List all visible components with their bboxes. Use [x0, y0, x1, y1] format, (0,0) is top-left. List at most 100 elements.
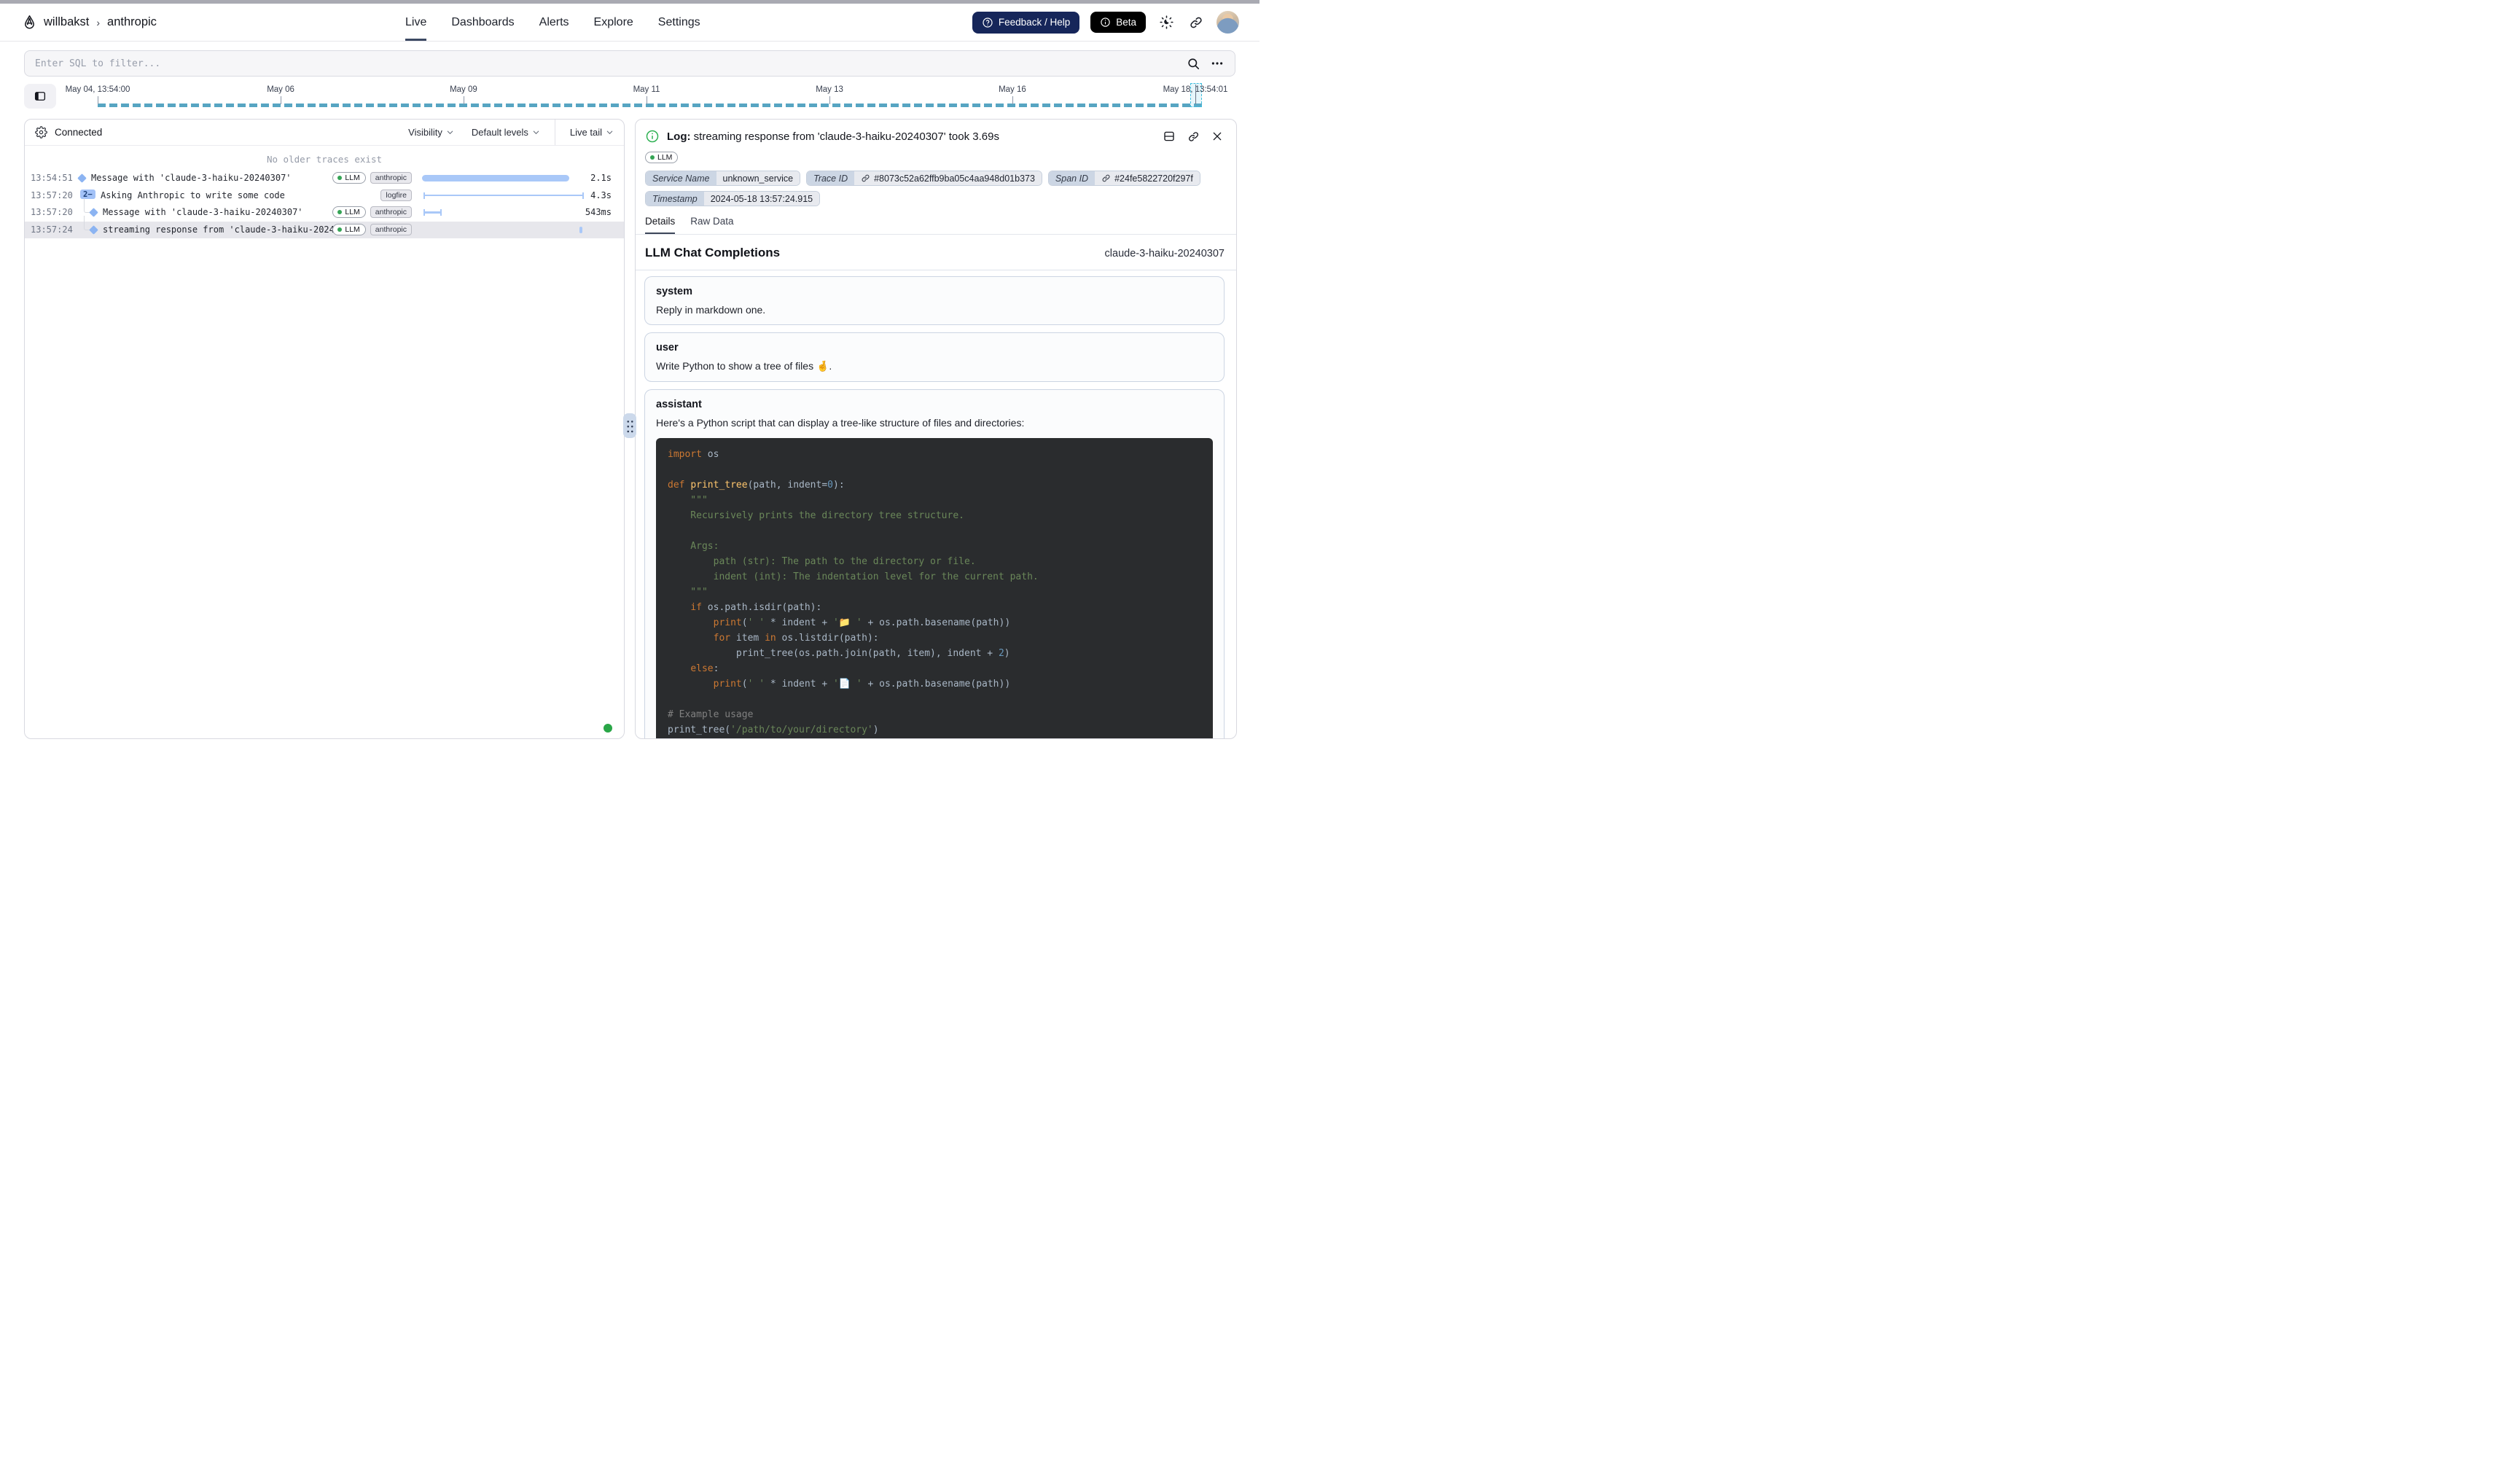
control-live-tail[interactable]: Live tail: [555, 120, 614, 145]
logfire-logo-icon[interactable]: [22, 15, 37, 30]
timeline-dashed-line: [98, 104, 1202, 107]
message-card-system: system Reply in markdown one.: [644, 276, 1225, 325]
code-token: '📄 ': [833, 679, 862, 690]
code-token: [668, 602, 690, 613]
tab-alerts[interactable]: Alerts: [539, 4, 569, 41]
theme-toggle-icon[interactable]: [1157, 13, 1176, 32]
trace-row[interactable]: 13:54:51 Message with 'claude-3-haiku-202…: [25, 170, 624, 187]
tab-settings[interactable]: Settings: [658, 4, 700, 41]
trace-row-tags: logfire: [380, 190, 412, 201]
trace-row[interactable]: 13:57:24streaming response from 'claude-…: [25, 222, 624, 239]
sql-filter-bar: [24, 50, 1235, 77]
llm-tag-label: LLM: [345, 208, 359, 216]
trace-row-tags: LLManthropic: [332, 172, 412, 184]
code-token: os.path.isdir(path):: [702, 602, 821, 613]
beta-button[interactable]: Beta: [1090, 12, 1146, 33]
duration-bar: [422, 175, 569, 181]
timeline-tick-label: May 04, 13:54:00: [66, 85, 130, 94]
meta-badge-value[interactable]: #24fe5822720f297f: [1095, 171, 1200, 185]
duration-bar: [423, 192, 584, 199]
meta-badge-value[interactable]: #8073c52a62ffb9ba05c4aa948d01b373: [854, 171, 1042, 185]
more-options-icon[interactable]: [1210, 56, 1225, 71]
user-avatar[interactable]: [1216, 11, 1239, 34]
scope-tag-anthropic: anthropic: [370, 206, 412, 218]
timeline-tick-label: May 06: [267, 85, 294, 94]
timeline: May 04, 13:54:00May 06May 09May 11May 13…: [24, 82, 1235, 112]
sidebar-toggle-button[interactable]: [24, 84, 56, 109]
code-token: '📁 ': [833, 617, 862, 628]
breadcrumb-org[interactable]: willbakst: [44, 15, 89, 29]
meta-badge-timestamp: Timestamp2024-05-18 13:57:24.915: [645, 191, 820, 206]
code-token: 2: [999, 648, 1004, 659]
code-token: def: [668, 480, 690, 491]
timeline-tick-line: [1012, 96, 1013, 104]
control-visibility[interactable]: Visibility: [408, 120, 454, 145]
llm-tag-label: LLM: [345, 225, 359, 234]
meta-badge-value: unknown_service: [716, 171, 800, 185]
duration-bar: [423, 209, 441, 216]
detail-tab-raw-data[interactable]: Raw Data: [690, 216, 733, 234]
gear-icon[interactable]: [35, 126, 47, 138]
question-circle-icon: [982, 17, 993, 28]
search-icon[interactable]: [1186, 56, 1200, 71]
breadcrumb-chevron-icon: ›: [95, 17, 101, 28]
copy-link-icon[interactable]: [1186, 129, 1200, 144]
meta-badge-label: Service Name: [646, 171, 716, 185]
close-icon[interactable]: [1210, 129, 1225, 144]
code-token: [668, 679, 714, 690]
code-token: os.listdir(path):: [776, 633, 879, 644]
code-line: path (str): The path to the directory or…: [668, 554, 1201, 569]
message-body: Here's a Python script that can display …: [656, 417, 1213, 429]
control-default-levels[interactable]: Default levels: [472, 120, 540, 145]
message-body: Reply in markdown one.: [656, 304, 1213, 316]
code-line: if os.path.isdir(path):: [668, 600, 1201, 615]
code-line: indent (int): The indentation level for …: [668, 569, 1201, 585]
code-line: print(' ' * indent + '📄 ' + os.path.base…: [668, 676, 1201, 692]
code-token: (path, indent=: [748, 480, 828, 491]
trace-row-time: 13:54:51: [31, 173, 73, 183]
detail-tab-details[interactable]: Details: [645, 216, 675, 234]
reader-view-icon[interactable]: [1162, 129, 1176, 144]
page: willbakst › anthropic Live Dashboards Aler…: [0, 0, 1260, 742]
timeline-rail[interactable]: May 04, 13:54:00May 06May 09May 11May 13…: [98, 82, 1195, 112]
code-line: Args:: [668, 539, 1201, 554]
timeline-tick-label: May 16: [999, 85, 1026, 94]
trace-row-text: Message with 'claude-3-haiku-20240307': [91, 173, 292, 183]
span-message: streaming response from 'claude-3-haiku-…: [694, 130, 999, 143]
trace-row-text: Message with 'claude-3-haiku-20240307': [103, 207, 303, 217]
code-token: print_tree(os.path.join(path, item), ind…: [668, 648, 999, 659]
timeline-tick-label: May 11: [633, 85, 660, 94]
detail-tabs: Details Raw Data: [636, 216, 1236, 235]
sql-filter-input[interactable]: [25, 51, 1186, 76]
code-token: # Example usage: [668, 709, 753, 720]
timeline-tick-line: [829, 96, 830, 104]
share-link-icon[interactable]: [1187, 13, 1206, 32]
message-role: system: [656, 286, 1213, 297]
meta-badge-value-text: #8073c52a62ffb9ba05c4aa948d01b373: [874, 173, 1035, 184]
code-line: """: [668, 493, 1201, 508]
code-line: for item in os.listdir(path):: [668, 630, 1201, 646]
code-token: indent (int): The indentation level for …: [668, 571, 1039, 582]
trace-row-time: 13:57:20: [31, 207, 73, 217]
feedback-help-label: Feedback / Help: [999, 17, 1070, 28]
tab-explore[interactable]: Explore: [594, 4, 633, 41]
app-header: willbakst › anthropic Live Dashboards Aler…: [0, 4, 1260, 42]
header-actions: Feedback / Help Beta: [972, 4, 1239, 41]
trace-row[interactable]: 13:57:202−Asking Anthropic to write some…: [25, 187, 624, 205]
trace-row[interactable]: 13:57:20 Message with 'claude-3-haiku-202…: [25, 204, 624, 222]
code-token: print_tree(: [668, 725, 730, 735]
link-icon: [861, 173, 870, 183]
code-token: else: [690, 663, 713, 674]
scope-tag-anthropic: anthropic: [370, 172, 412, 184]
feedback-help-button[interactable]: Feedback / Help: [972, 12, 1079, 34]
panel-resize-handle[interactable]: [623, 413, 636, 438]
tab-live[interactable]: Live: [405, 4, 426, 41]
duration-bar-area: [422, 170, 584, 187]
tab-dashboards[interactable]: Dashboards: [451, 4, 514, 41]
meta-badge-label: Timestamp: [646, 192, 704, 206]
trace-row-tags: LLManthropic: [332, 224, 412, 235]
trace-list-controls: Visibility Default levels Live tail: [391, 120, 614, 145]
llm-tag-label: LLM: [657, 153, 672, 162]
breadcrumb-project[interactable]: anthropic: [107, 15, 157, 29]
code-token: print_tree: [690, 480, 747, 491]
